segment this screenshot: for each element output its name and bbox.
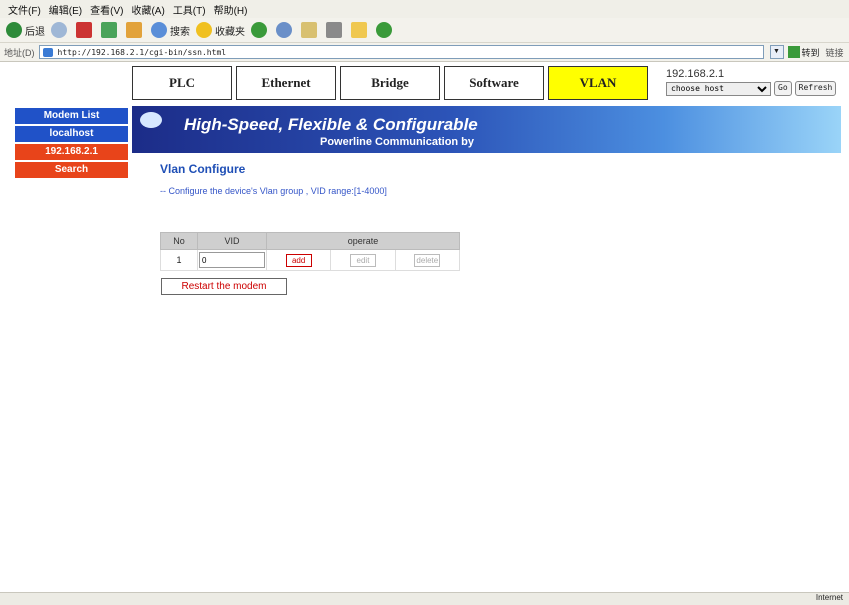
stop-icon	[76, 22, 92, 38]
go-arrow-icon	[787, 46, 800, 58]
main-content: Vlan Configure -- Configure the device's…	[160, 162, 387, 196]
url-input[interactable]: http://192.168.2.1/cgi-bin/ssn.html	[38, 45, 764, 59]
history-button[interactable]	[276, 22, 295, 38]
menu-tools[interactable]: 工具(T)	[173, 2, 206, 17]
table-row: 1 add edit delete	[160, 249, 461, 271]
tab-software[interactable]: Software	[444, 66, 544, 100]
add-button[interactable]: add	[285, 253, 312, 267]
home-button[interactable]	[126, 22, 145, 38]
menu-file[interactable]: 文件(F)	[8, 2, 41, 17]
messenger-icon	[376, 22, 392, 38]
banner: High-Speed, Flexible & Configurable Powe…	[132, 106, 841, 153]
menu-view[interactable]: 查看(V)	[90, 2, 123, 17]
choose-host-select[interactable]: choose host	[666, 81, 771, 96]
menu-favorites[interactable]: 收藏(A)	[131, 2, 164, 17]
vlan-table: No VID operate 1 add edit delete	[160, 232, 461, 271]
security-zone: Internet	[815, 593, 843, 602]
media-button[interactable]	[251, 22, 270, 38]
tab-bridge[interactable]: Bridge	[340, 66, 440, 100]
host-selector: 192.168.2.1 choose host Go Refresh	[666, 68, 846, 96]
current-host-ip: 192.168.2.1	[666, 68, 725, 80]
page-description: -- Configure the device's Vlan group , V…	[160, 186, 387, 196]
column-header-no: No	[160, 232, 198, 250]
column-header-operate: operate	[266, 232, 460, 250]
forward-button[interactable]	[51, 22, 70, 38]
tab-ethernet[interactable]: Ethernet	[236, 66, 336, 100]
page-title: Vlan Configure	[160, 162, 246, 176]
search-icon	[151, 22, 167, 38]
banner-subtitle: Powerline Communication by	[320, 136, 475, 148]
stop-button[interactable]	[76, 22, 95, 38]
status-bar: Internet	[0, 592, 849, 605]
tab-vlan[interactable]: VLAN	[548, 66, 648, 100]
go-host-button[interactable]: Go	[774, 81, 792, 96]
mail-button[interactable]	[301, 22, 320, 38]
print-button[interactable]	[326, 22, 345, 38]
print-icon	[326, 22, 342, 38]
back-arrow-icon	[6, 22, 22, 38]
browser-toolbar: 后退 搜索 收藏夹	[0, 18, 849, 43]
home-icon	[126, 22, 142, 38]
search-button[interactable]: 搜索	[151, 22, 190, 38]
folder-icon	[351, 22, 367, 38]
address-bar: 地址(D) http://192.168.2.1/cgi-bin/ssn.htm…	[0, 43, 849, 62]
star-icon	[196, 22, 212, 38]
refresh-button[interactable]	[101, 22, 120, 38]
edit-button[interactable]: edit	[349, 253, 376, 267]
logo-icon	[140, 112, 162, 128]
folder-button[interactable]	[351, 22, 370, 38]
sidebar-item-modem-list[interactable]: Modem List	[15, 108, 128, 124]
sidebar: Modem List localhost 192.168.2.1 Search	[15, 108, 128, 180]
row-number: 1	[160, 249, 198, 271]
sidebar-item-localhost[interactable]: localhost	[15, 126, 128, 142]
favorites-button[interactable]: 收藏夹	[196, 22, 245, 38]
menu-help[interactable]: 帮助(H)	[214, 2, 248, 17]
go-button[interactable]: 转到	[787, 46, 820, 59]
banner-slogan: High-Speed, Flexible & Configurable	[184, 115, 478, 134]
back-button[interactable]: 后退	[6, 22, 45, 38]
tab-plc[interactable]: PLC	[132, 66, 232, 100]
links-label[interactable]: 链接	[826, 46, 844, 59]
sidebar-item-host-ip[interactable]: 192.168.2.1	[15, 144, 128, 160]
vid-input[interactable]	[199, 252, 265, 268]
refresh-icon	[101, 22, 117, 38]
sidebar-item-search[interactable]: Search	[15, 162, 128, 178]
menu-edit[interactable]: 编辑(E)	[49, 2, 82, 17]
messenger-button[interactable]	[376, 22, 395, 38]
url-dropdown-button[interactable]: ▼	[769, 45, 784, 59]
column-header-vid: VID	[197, 232, 267, 250]
forward-arrow-icon	[51, 22, 67, 38]
delete-button[interactable]: delete	[414, 253, 441, 267]
menu-bar: 文件(F) 编辑(E) 查看(V) 收藏(A) 工具(T) 帮助(H)	[0, 0, 849, 18]
page-icon	[42, 48, 53, 57]
restart-modem-button[interactable]: Restart the modem	[161, 278, 287, 295]
refresh-button[interactable]: Refresh	[794, 81, 837, 96]
nav-tabs: PLC Ethernet Bridge Software VLAN	[132, 66, 652, 100]
history-icon	[276, 22, 292, 38]
address-label: 地址(D)	[4, 47, 35, 58]
web-page: PLC Ethernet Bridge Software VLAN 192.16…	[0, 62, 849, 592]
media-icon	[251, 22, 267, 38]
mail-icon	[301, 22, 317, 38]
